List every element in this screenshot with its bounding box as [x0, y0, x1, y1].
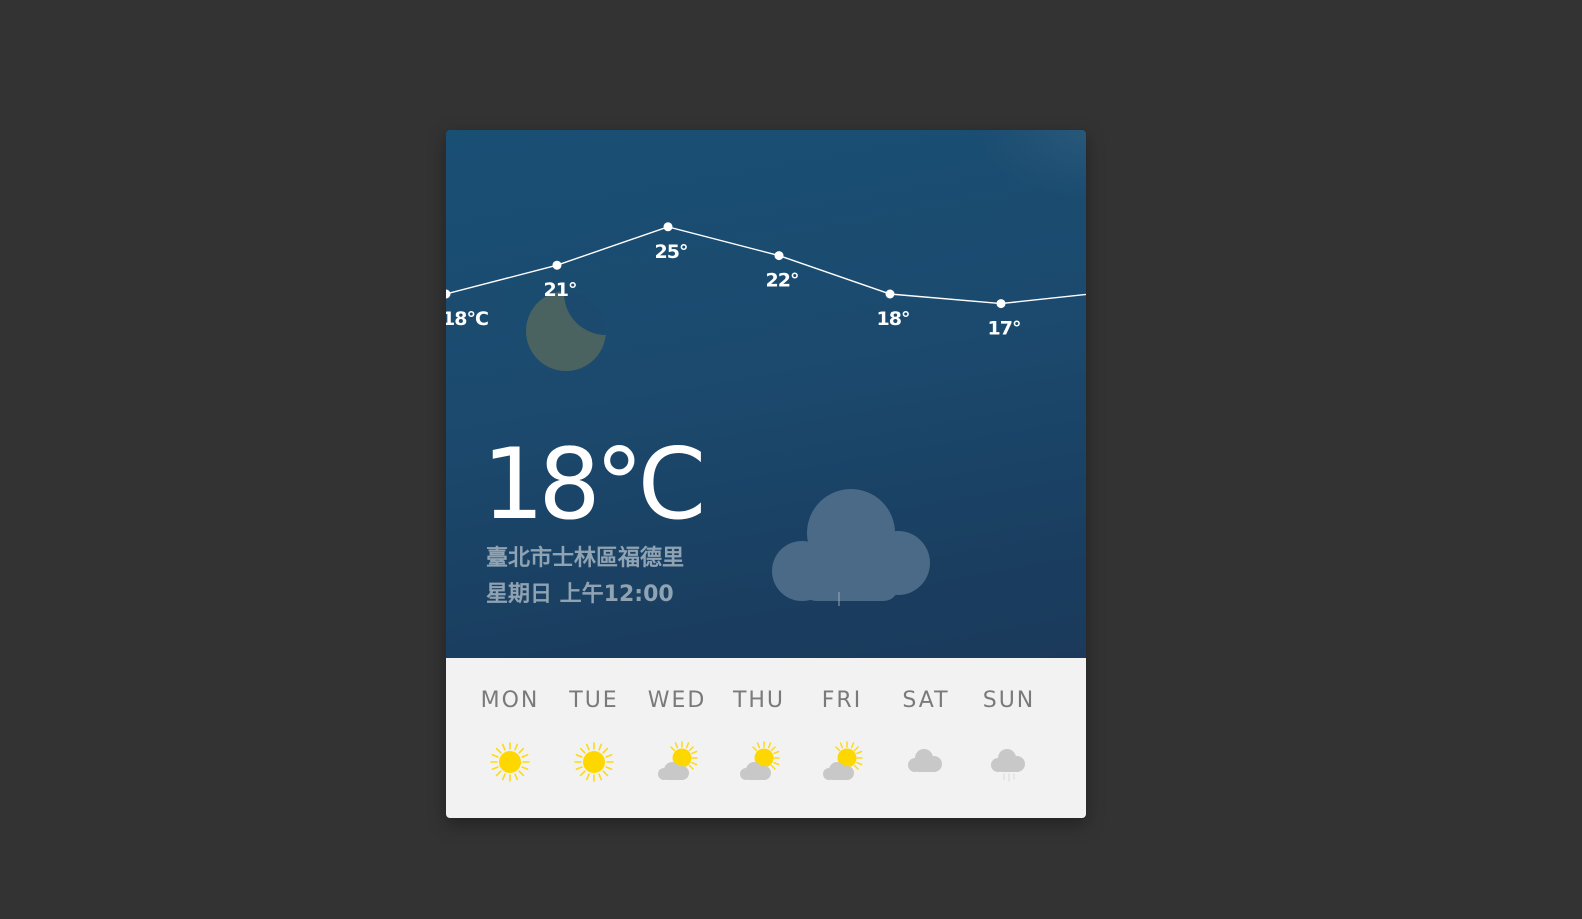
forecast-day-label: TUE [569, 688, 619, 713]
cloud-icon [904, 740, 948, 784]
temperature-point [996, 299, 1006, 309]
temperature-point [885, 289, 895, 299]
temperature-point [446, 289, 451, 299]
location-label: 臺北市士林區福德里 [486, 546, 685, 571]
current-weather-panel: 18°C 21° 25° 22° 18° 17° 18°C 臺北市士林區福德里 星期日 上… [446, 130, 1086, 658]
forecast-day-label: SUN [982, 688, 1036, 713]
datetime-label: 星期日 上午12:00 [486, 582, 674, 607]
temperature-line [446, 226, 1086, 305]
current-temperature: 18°C [482, 428, 706, 542]
temperature-label: 21° [544, 279, 577, 301]
sun-icon [488, 740, 532, 784]
temperature-label: 18°C [446, 308, 488, 330]
forecast-day-mon[interactable]: MON [468, 690, 552, 784]
forecast-day-label: SAT [902, 688, 950, 713]
temperature-label: 25° [655, 241, 688, 263]
cloud-icon [772, 489, 930, 601]
forecast-day-fri[interactable]: FRI [800, 690, 884, 784]
rain-drop [838, 592, 840, 606]
partly-cloudy-icon [655, 740, 699, 784]
forecast-day-sat[interactable]: SAT [884, 690, 968, 784]
forecast-day-sun[interactable]: SUN [967, 690, 1051, 784]
temperature-point [663, 222, 673, 232]
temperature-point [774, 251, 784, 261]
sun-icon [572, 740, 616, 784]
forecast-day-label: THU [732, 688, 786, 713]
forecast-day-label: FRI [821, 688, 863, 713]
temperature-label: 18° [877, 308, 910, 330]
temperature-label: 22° [766, 270, 799, 292]
forecast-day-tue[interactable]: TUE [552, 690, 636, 784]
forecast-day-label: MON [480, 688, 540, 713]
partly-cloudy-icon [737, 740, 781, 784]
partly-cloudy-icon [820, 740, 864, 784]
temperature-label: 17° [988, 318, 1021, 340]
rain-icon [987, 740, 1031, 784]
temperature-point [552, 260, 562, 270]
forecast-day-wed[interactable]: WED [635, 690, 719, 784]
forecast-day-thu[interactable]: THU [717, 690, 801, 784]
forecast-day-label: WED [647, 688, 707, 713]
weekly-forecast: MON TUE WED THU FRI SAT SUN [446, 658, 1086, 818]
weather-card: 18°C 21° 25° 22° 18° 17° 18°C 臺北市士林區福德里 星期日 上… [446, 130, 1086, 818]
